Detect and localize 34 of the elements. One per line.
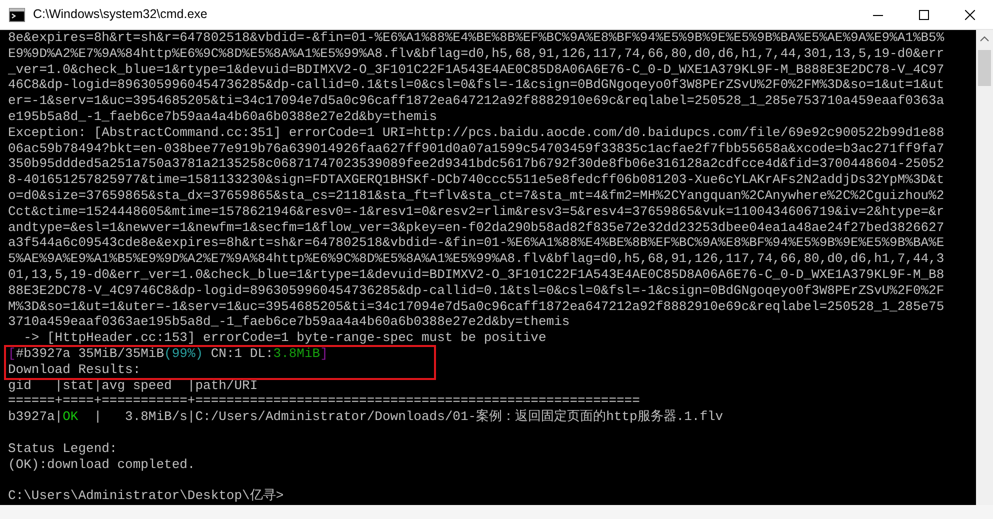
console-line: er=-1&serv=1&uc=3954685205&ti=34c17094e7d5a0c96caff1872ea647212a92f8882910e69c&reqlabel=250528_1_285e753710a459eaaf0363a <box>8 93 944 109</box>
console-line: Exception: [AbstractCommand.cc:351] errorCode=1 URI=http://pcs.baidu.aocde.com/d0.baidupcs.com/file/69e92c900522b99d1e88 <box>8 124 944 141</box>
console-line: e195b5a8d_-1_faeb6ce7b59aa4a4b60a6b0388e27e2d&by=themis <box>8 108 438 125</box>
console-line: o=d0&size=37659865&sta_dx=37659865&sta_cs=21181&sta_ft=flv&sta_ct=7&sta_mt=4&fm2=MH%2CYangquan%2CAnywhere%2C%2Cguizhou%2 <box>8 188 944 204</box>
console-line: [#b3927a 35MiB/35MiB(99%) CN:1 DL:3.8MiB] <box>8 346 328 362</box>
scrollbar[interactable] <box>976 30 993 505</box>
console-line: C:\Users\Administrator\Desktop\亿寻> <box>8 488 284 504</box>
console-line: (OK):download completed. <box>8 456 196 472</box>
console-line: 46C8&dp-logid=8963059960454736285&dp-callid=0.1&tsl=0&csl=0&fsl=-1&csign=0BdGNgoqeyo0f3W8PErZSvU%2F0%2FM%3D&so=1&ut=1&ut <box>8 77 944 94</box>
maximize-icon <box>919 10 929 20</box>
console-line: 88E3E2DC78-V_4C9746C8&dp-logid=8963059960454736285&dp-callid=0.1&tsl=0&csl=0&fsl=-1&csign=0BdGNgoqeyo0f3W8PErZSvU%2F0%2F <box>8 282 944 299</box>
close-icon <box>965 10 975 20</box>
console-line: 01,13,5,19-d0&err_ver=1.0&check_blue=1&rtype=1&devuid=BDIMXV2-O_3F101C22F1A543E4AE0C85D8A06A6E76-C_0-D_WXE1A379KL9F-M_B8 <box>8 266 944 283</box>
console-line: -> [HttpHeader.cc:153] errorCode=1 byte-range-spec must be positive <box>22 330 546 346</box>
scrollbar-thumb[interactable] <box>978 50 991 86</box>
window-title: C:\Windows\system32\cmd.exe <box>33 6 208 24</box>
console-line: ======+====+===========+========================================================= <box>8 393 640 409</box>
console-line: 8e&expires=8h&rt=sh&r=647802518&vbdid=-&fin=01-%E6%A1%88%E4%BE%8B%EF%BC%9A%E8%BF%94%E5%9B%9E%E5%9B%BA%E5%AE%9A%E9%A1%B5% <box>8 30 944 46</box>
console-line: Cct&ctime=1524448605&mtime=1578621946&resv0=-1&resv1=0&resv2=rlim&resv3=5&resv4=37659865&vuk=1100434606719&iv=2&htype=&r <box>8 204 944 220</box>
console-line: 5%AE%9A%E9%A1%B5%E9%9D%A2%E7%9A%84http%E6%9C%8D%E5%8A%A1%E5%99%A8.flv&bflag=d0,h5,68,91,126,117,74,66,80,d0,d6,h1,7,44,3 <box>8 251 944 267</box>
console-line: gid |stat|avg speed |path/URI <box>8 378 258 394</box>
console-line: 06ac59b78494?bkt=en-038bee77e919b76a639014926faa627ff901d0a07a1599c54703459f33835c1acfae2f7fbb55658a&xcode=b3ac271ff9fa7 <box>8 140 944 156</box>
console-line: E9%9D%A2%E7%9A%84http%E6%9C%8D%E5%8A%A1%E5%99%A8.flv&bflag=d0,h5,68,91,126,117,74,66,80,d0,d6,h1,7,44,301,13,5,19-d0&err <box>8 46 944 62</box>
terminal-icon <box>9 8 25 22</box>
console-line: 3710a459eaaf0363ae195b5a8d_-1_faeb6ce7b59aa4a4b60a6b0388e27e2d&by=themis <box>8 314 570 330</box>
console-line: b3927a|OK | 3.8MiB/s|C:/Users/Administrator/Downloads/01-案例：返回固定页面的http服务器.1.flv <box>8 409 724 425</box>
console-line: 350b95ddded5a251a750a3781a2135258c06871747023539089fee2d9341bdc5617b6792f30de8fb06e316128a2cdfcce4d&fid=3700448604-25052 <box>8 156 944 172</box>
console-line: 8-401651257825977&time=1581133230&sign=FDTAXGERQ1BHSKf-DCb740ccc5511e5e8fedcff06b081203-Xue6cYLAKrAFs2N2addjDs32YpM%3D&t <box>8 172 944 188</box>
console-line: a3f544a6c09543cde8e&expires=8h&rt=sh&r=647802518&vbdid=-&fin=01-%E6%A1%88%E4%BE%8B%EF%BC%9A%E8%BF%94%E5%9B%9E%E5%9B%BA%E <box>8 235 944 252</box>
console-line: Status Legend: <box>8 440 118 457</box>
console-line: M%3D&so=1&ut=1&uter=-1&serv=1&uc=3954685205&ti=34c17094e7d5a0c96caff1872ea647212a92f8882910e69c&reqlabel=250528_1_285e75 <box>8 298 944 314</box>
console-line: Download Results: <box>8 362 141 378</box>
console-line: _ver=1.0&check_blue=1&rtype=1&devuid=BDIMXV2-O_3F101C22F1A543E4AE0C85D8A06A6E76-C_0-D_WXE1A379KL9F-M_B888E3E2DC78-V_4C97 <box>8 62 944 78</box>
console-line: andtype=&esl=1&newver=1&newfm=1&secfm=1&flow_ver=3&pkey=en-f02da290b58ad82f835e72e32dd23253dbee04ea1a48ae24f27bed3826627 <box>8 220 944 236</box>
